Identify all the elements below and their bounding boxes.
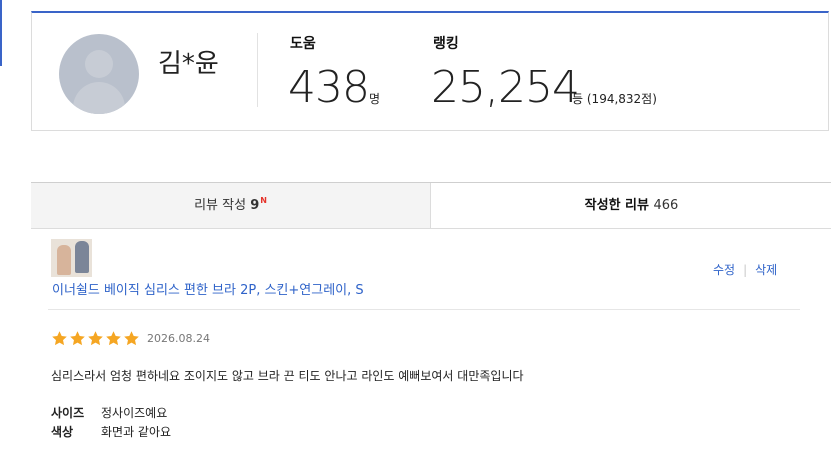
option-label-size: 사이즈 <box>51 406 85 420</box>
tab-written-reviews-label: 작성한 리뷰 <box>584 198 649 213</box>
ranking-value: 25,254 <box>431 62 580 113</box>
thumbnail-item-skin <box>57 245 71 275</box>
star-icon <box>106 331 121 346</box>
star-icon <box>124 331 139 346</box>
avatar-body-shape <box>73 82 125 114</box>
tab-written-reviews-count: 466 <box>653 198 679 213</box>
option-label-color: 색상 <box>51 425 74 439</box>
edit-link[interactable]: 수정 <box>713 263 735 277</box>
profile-card: 김*윤 도움 438 명 랭킹 25,254 등 (194,832점) <box>31 11 829 131</box>
tab-write-review-count: 9 <box>250 198 260 213</box>
thumbnail-item-gray <box>75 241 89 273</box>
delete-link[interactable]: 삭제 <box>755 263 777 277</box>
product-thumbnail[interactable] <box>51 239 92 277</box>
avatar-head-shape <box>85 50 113 78</box>
ranking-unit-text: 등 <box>572 92 584 106</box>
review-date: 2026.08.24 <box>147 332 210 345</box>
option-row-color: 색상 화면과 같아요 <box>51 423 171 440</box>
ranking-unit: 등 (194,832점) <box>572 90 657 107</box>
star-icon <box>70 331 85 346</box>
profile-divider <box>257 33 258 107</box>
row-divider <box>48 309 800 310</box>
review-tabs: 리뷰 작성 9N 작성한 리뷰 466 <box>31 182 832 229</box>
review-text: 심리스라서 엄청 편하네요 조이지도 않고 브라 끈 티도 안나고 라인도 예뻐… <box>51 369 524 383</box>
review-actions: 수정 | 삭제 <box>713 261 777 278</box>
star-icon <box>52 331 67 346</box>
star-icon <box>88 331 103 346</box>
help-label: 도움 <box>290 36 316 52</box>
option-value-color: 화면과 같아요 <box>101 425 172 439</box>
option-value-size: 정사이즈예요 <box>101 406 168 420</box>
tab-written-reviews[interactable]: 작성한 리뷰 466 <box>430 183 832 228</box>
tab-write-review-label: 리뷰 작성 <box>194 198 247 213</box>
product-name-link[interactable]: 이너쉴드 베이직 심리스 편한 브라 2P, 스킨+연그레이, S <box>52 279 364 298</box>
ranking-total-points: (194,832점) <box>586 92 657 106</box>
option-row-size: 사이즈 정사이즈예요 <box>51 404 167 421</box>
user-name: 김*윤 <box>158 49 219 79</box>
star-rating <box>51 330 141 348</box>
help-unit: 명 <box>369 92 381 106</box>
help-count: 438 <box>288 62 370 113</box>
actions-separator: | <box>743 263 748 277</box>
avatar <box>59 34 139 114</box>
tab-write-review[interactable]: 리뷰 작성 9N <box>31 183 430 228</box>
left-edge-accent <box>0 0 2 66</box>
new-badge: N <box>260 196 267 205</box>
ranking-label: 랭킹 <box>433 36 459 52</box>
